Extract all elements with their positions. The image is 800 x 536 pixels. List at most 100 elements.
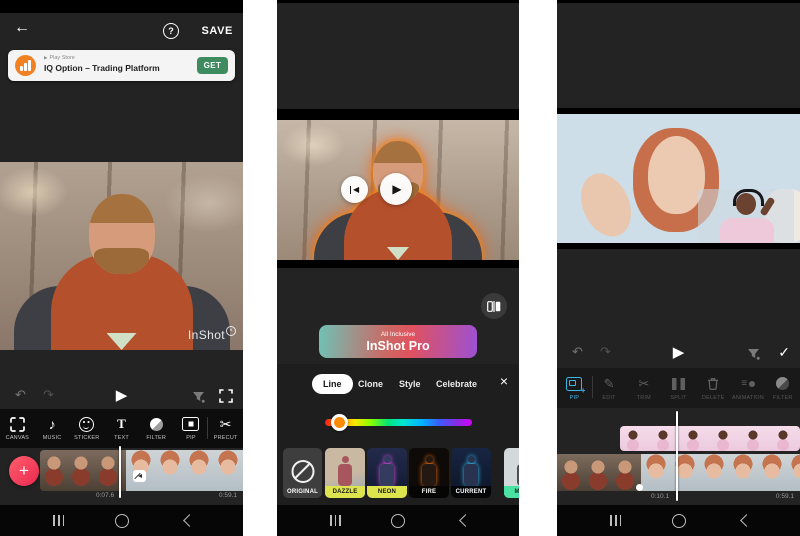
status-bar-area bbox=[557, 0, 800, 3]
tool-precut[interactable]: ✂ PRECUT bbox=[208, 409, 243, 448]
ad-banner[interactable]: ▶ Play Store IQ Option – Trading Platfor… bbox=[8, 50, 235, 81]
inshot-pro-banner[interactable]: All Inclusive InShot Pro bbox=[319, 325, 477, 358]
skip-triangle-icon: ◀ bbox=[353, 185, 359, 194]
skip-bar bbox=[350, 186, 352, 194]
timeline-playhead bbox=[119, 446, 121, 498]
sticker-smiley-icon bbox=[79, 416, 94, 432]
compare-icon bbox=[487, 301, 501, 312]
ad-get-button[interactable]: GET bbox=[197, 57, 228, 74]
split-icon bbox=[672, 376, 685, 392]
editor-screen-pip: ↶ ↷ ▶ ✓ PIP ✎ EDIT ✂ TRIM SPLIT bbox=[557, 0, 800, 536]
current-time: 0:07.6 bbox=[96, 492, 114, 499]
video-scene bbox=[557, 114, 800, 243]
filter-thumb-figure bbox=[380, 456, 394, 486]
recents-button[interactable] bbox=[330, 515, 341, 526]
filter-funnel-icon[interactable] bbox=[192, 390, 205, 408]
toolbar-divider bbox=[592, 376, 593, 398]
home-button[interactable] bbox=[391, 514, 405, 528]
filter-thumb-figure bbox=[517, 456, 519, 486]
redo-icon[interactable]: ↷ bbox=[43, 387, 54, 403]
filter-thumb-figure bbox=[464, 456, 478, 486]
pro-banner-subtitle: All Inclusive bbox=[381, 331, 415, 338]
tab-clone[interactable]: Clone bbox=[358, 379, 383, 389]
scissors-icon: ✂ bbox=[220, 416, 232, 432]
filter-funnel-icon[interactable] bbox=[747, 347, 760, 365]
filter-current[interactable]: CURRENT bbox=[451, 448, 491, 498]
android-navbar bbox=[557, 505, 800, 536]
filter-thumb-figure bbox=[338, 456, 352, 486]
android-navbar bbox=[0, 505, 243, 536]
toolbar-divider bbox=[207, 417, 208, 439]
main-toolbar: CANVAS ♪ MUSIC STICKER T TEXT FILTER PIP bbox=[0, 409, 243, 448]
filter-dazzle[interactable]: DAZZLE bbox=[325, 448, 365, 498]
home-button[interactable] bbox=[672, 514, 686, 528]
filter-original[interactable]: ORIGINAL bbox=[283, 448, 322, 498]
filter-fire[interactable]: FIRE bbox=[409, 448, 449, 498]
tool-split[interactable]: SPLIT bbox=[661, 368, 696, 408]
scissors-icon: ✂ bbox=[638, 376, 649, 392]
editor-screen-effects: ◀ ▶ All Inclusive InShot Pro Line Clone … bbox=[277, 0, 519, 536]
tool-animation[interactable]: ≡ ANIMATION bbox=[731, 368, 766, 408]
tool-filter[interactable]: FILTER bbox=[765, 368, 800, 408]
back-arrow-icon[interactable]: ← bbox=[14, 19, 30, 37]
tool-pip[interactable]: PIP bbox=[174, 409, 209, 448]
undo-icon[interactable]: ↶ bbox=[572, 344, 583, 360]
timeline-playhead bbox=[676, 411, 678, 501]
muted-speaker-icon bbox=[138, 474, 142, 478]
nav-back-button[interactable] bbox=[740, 514, 753, 527]
canvas-icon bbox=[10, 416, 25, 432]
recents-button[interactable] bbox=[53, 515, 64, 526]
tool-music[interactable]: ♪ MUSIC bbox=[35, 409, 70, 448]
timeline-clip-1[interactable] bbox=[40, 450, 126, 491]
tab-style[interactable]: Style bbox=[399, 379, 421, 389]
color-slider-thumb[interactable] bbox=[331, 414, 348, 431]
filter-neon[interactable]: NEON bbox=[367, 448, 407, 498]
pencil-icon: ✎ bbox=[604, 376, 615, 392]
video-preview bbox=[557, 108, 800, 249]
timeline-clip-1[interactable] bbox=[557, 454, 641, 491]
filter-multi[interactable]: MULTI bbox=[504, 448, 519, 498]
fullscreen-icon[interactable] bbox=[219, 389, 233, 408]
tool-delete[interactable]: DELETE bbox=[696, 368, 731, 408]
tool-text[interactable]: T TEXT bbox=[104, 409, 139, 448]
play-button[interactable]: ▶ bbox=[380, 173, 412, 205]
pip-add-icon bbox=[566, 376, 582, 392]
tool-pip-active[interactable]: PIP bbox=[557, 368, 592, 408]
tool-filter[interactable]: FILTER bbox=[139, 409, 174, 448]
pip-overlay-layer[interactable] bbox=[698, 189, 794, 243]
confirm-check-icon[interactable]: ✓ bbox=[778, 344, 790, 361]
home-button[interactable] bbox=[115, 514, 129, 528]
nav-back-button[interactable] bbox=[459, 514, 472, 527]
pip-icon bbox=[182, 416, 199, 432]
play-button[interactable]: ▶ bbox=[673, 343, 685, 361]
tool-trim[interactable]: ✂ TRIM bbox=[626, 368, 661, 408]
tab-celebrate[interactable]: Celebrate bbox=[436, 379, 477, 389]
clip-volume-badge[interactable] bbox=[133, 470, 146, 482]
play-button[interactable]: ▶ bbox=[116, 386, 128, 404]
status-bar-area bbox=[0, 0, 243, 13]
redo-icon[interactable]: ↷ bbox=[600, 344, 611, 360]
tool-edit[interactable]: ✎ EDIT bbox=[592, 368, 627, 408]
undo-icon[interactable]: ↶ bbox=[15, 387, 26, 403]
headphones-icon bbox=[733, 189, 764, 206]
close-icon[interactable]: × bbox=[500, 373, 508, 389]
transition-button[interactable] bbox=[636, 484, 643, 491]
pip-track-clip[interactable] bbox=[620, 426, 800, 451]
tab-line-selected[interactable]: Line bbox=[312, 374, 353, 394]
nav-back-button[interactable] bbox=[183, 514, 196, 527]
pro-banner-title: InShot Pro bbox=[366, 339, 429, 353]
skip-to-start-button[interactable]: ◀ bbox=[341, 176, 368, 203]
filter-blob-icon bbox=[776, 376, 789, 392]
watermark: InShot × bbox=[188, 328, 236, 342]
timeline-clip-2[interactable] bbox=[641, 454, 800, 491]
watermark-remove-icon[interactable]: × bbox=[226, 326, 236, 336]
play-store-icon: ▶ bbox=[44, 55, 47, 61]
tool-sticker[interactable]: STICKER bbox=[69, 409, 104, 448]
save-button[interactable]: SAVE bbox=[201, 25, 233, 37]
tool-canvas[interactable]: CANVAS bbox=[0, 409, 35, 448]
compare-before-after-button[interactable] bbox=[481, 293, 507, 319]
add-clip-button[interactable]: + bbox=[9, 456, 39, 486]
recents-button[interactable] bbox=[610, 515, 621, 526]
editor-screen-main: ← ? SAVE ▶ Play Store IQ Option – Tradin… bbox=[0, 0, 243, 536]
help-icon[interactable]: ? bbox=[163, 23, 179, 39]
